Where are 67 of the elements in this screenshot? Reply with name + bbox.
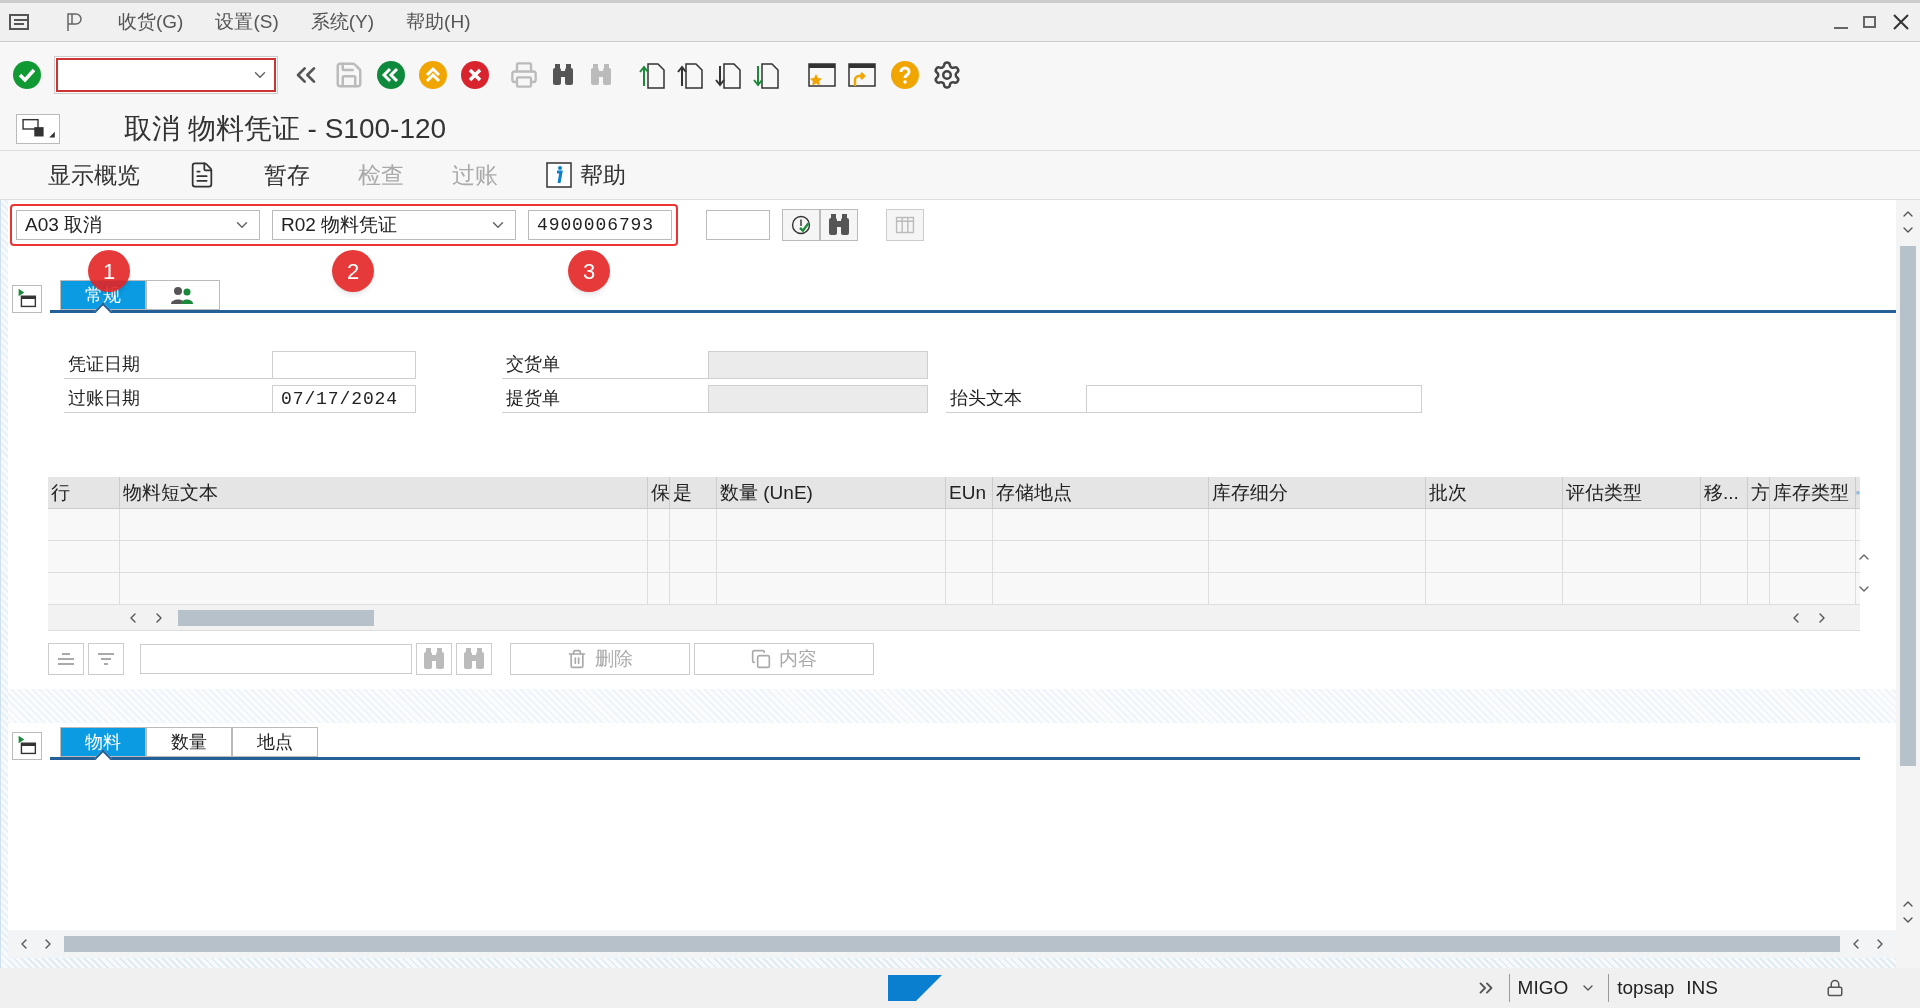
first-page-icon[interactable] bbox=[638, 60, 668, 90]
action-dropdown[interactable]: A03 取消 bbox=[16, 210, 260, 240]
screen-menu-icon[interactable] bbox=[16, 114, 60, 144]
search-icon[interactable] bbox=[826, 212, 852, 238]
column-header[interactable]: 库存细分 bbox=[1209, 477, 1426, 508]
menu-item[interactable]: 收货(G) bbox=[118, 7, 184, 37]
trash-icon bbox=[567, 649, 587, 669]
annotation-badge: 3 bbox=[568, 250, 610, 292]
scrollbar-thumb[interactable] bbox=[178, 609, 374, 626]
people-icon bbox=[171, 286, 195, 304]
column-header[interactable]: 评估类型 bbox=[1563, 477, 1701, 508]
last-page-icon[interactable] bbox=[752, 60, 782, 90]
info-icon bbox=[546, 162, 572, 188]
menu-item[interactable]: 帮助(H) bbox=[406, 7, 471, 37]
year-field[interactable] bbox=[706, 210, 770, 240]
window-controls-icon[interactable] bbox=[1832, 12, 1912, 32]
column-header[interactable]: 批次 bbox=[1426, 477, 1563, 508]
column-header[interactable]: 是 bbox=[670, 477, 717, 508]
menu-item[interactable]: 设置(S) bbox=[215, 7, 279, 37]
column-header[interactable]: 方 bbox=[1748, 477, 1770, 508]
input-field[interactable]: 07/17/2024 bbox=[272, 385, 416, 413]
column-header[interactable]: EUn bbox=[946, 477, 993, 508]
align-icon bbox=[56, 652, 76, 666]
menu-item[interactable]: 系统(Y) bbox=[310, 7, 375, 37]
annotation-badge: 2 bbox=[332, 250, 374, 292]
menu-icon[interactable] bbox=[8, 12, 32, 32]
reference-dropdown[interactable]: R02 物料凭证 bbox=[272, 210, 516, 240]
filter-icon bbox=[96, 652, 116, 666]
enter-icon[interactable] bbox=[12, 60, 42, 90]
document-number-field[interactable]: 4900006793 bbox=[528, 210, 672, 240]
scrollbar-thumb[interactable] bbox=[1900, 246, 1916, 766]
system-name: topsap bbox=[1608, 973, 1675, 1003]
settings-icon[interactable] bbox=[932, 60, 962, 90]
previous-page-icon[interactable] bbox=[676, 60, 706, 90]
toolbar-button[interactable]: 帮助 bbox=[546, 157, 626, 193]
column-header[interactable]: 行 bbox=[48, 477, 120, 508]
column-header[interactable]: 数量 (UnE) bbox=[717, 477, 946, 508]
toolbar-button[interactable]: 暂存 bbox=[264, 157, 310, 193]
column-header[interactable]: 存储地点 bbox=[993, 477, 1209, 508]
next-page-icon[interactable] bbox=[714, 60, 744, 90]
column-header[interactable]: 移... bbox=[1701, 477, 1748, 508]
column-header[interactable]: 物料短文本 bbox=[120, 477, 648, 508]
search-icon[interactable] bbox=[550, 62, 576, 88]
transaction-code: MIGO bbox=[1508, 973, 1569, 1003]
input-field[interactable] bbox=[1086, 385, 1422, 413]
panel-toggle-icon[interactable] bbox=[12, 285, 42, 313]
toolbar-button[interactable]: 显示概览 bbox=[48, 157, 140, 193]
scrollbar-thumb[interactable] bbox=[64, 936, 1840, 952]
refresh-check-icon[interactable] bbox=[782, 209, 820, 241]
tab[interactable]: 地点 bbox=[232, 727, 318, 757]
column-header[interactable]: 保 bbox=[648, 477, 670, 508]
column-header[interactable]: 库存类型 bbox=[1770, 477, 1856, 508]
search-field[interactable] bbox=[140, 644, 412, 674]
tab[interactable] bbox=[146, 280, 220, 310]
logo-icon bbox=[888, 975, 943, 1001]
copy-icon bbox=[751, 649, 771, 669]
tab[interactable]: 数量 bbox=[146, 727, 232, 757]
input-mode: INS bbox=[1686, 975, 1718, 1000]
input-field[interactable] bbox=[272, 351, 416, 379]
lock-icon bbox=[1826, 979, 1844, 997]
command-field[interactable] bbox=[54, 56, 278, 94]
favorite-window-icon[interactable] bbox=[806, 60, 838, 90]
cancel-icon[interactable] bbox=[460, 60, 490, 90]
back-icon[interactable] bbox=[376, 60, 406, 90]
window-title: 取消 物料凭证 - S100-120 bbox=[124, 112, 447, 146]
shortcut-window-icon[interactable] bbox=[846, 60, 878, 90]
panel-toggle-icon[interactable] bbox=[12, 732, 42, 760]
